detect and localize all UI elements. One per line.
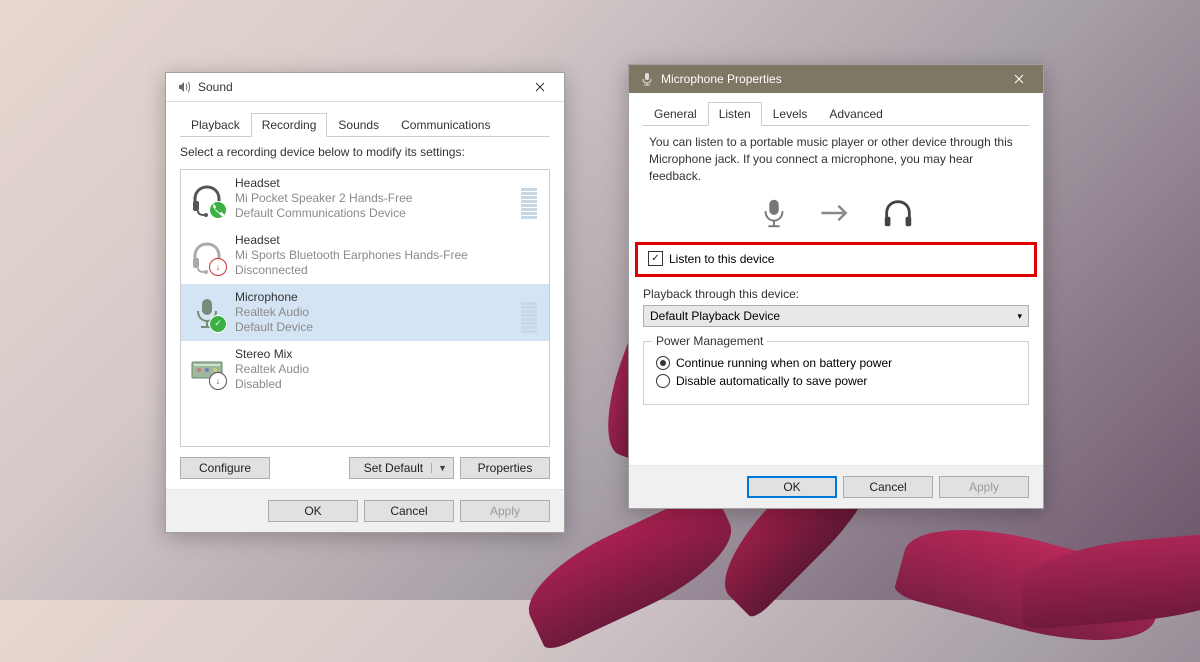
microphone-icon: ✓ — [189, 295, 225, 331]
close-button[interactable] — [520, 73, 560, 101]
ok-button[interactable]: OK — [268, 500, 358, 522]
device-list[interactable]: Headset Mi Pocket Speaker 2 Hands-Free D… — [180, 169, 550, 447]
tab-levels[interactable]: Levels — [762, 102, 819, 126]
window-title: Sound — [198, 80, 520, 94]
listen-checkbox-label: Listen to this device — [669, 252, 774, 266]
device-status: Default Communications Device — [235, 206, 511, 221]
device-item[interactable]: ↓ Stereo Mix Realtek Audio Disabled — [181, 341, 549, 398]
chevron-down-icon: ▾ — [1017, 311, 1022, 322]
tab-recording[interactable]: Recording — [251, 113, 328, 137]
phone-badge-icon — [209, 201, 227, 219]
close-button[interactable] — [999, 65, 1039, 93]
checkbox-box: ✓ — [648, 251, 663, 266]
level-meter — [521, 179, 537, 219]
microphone-icon — [639, 71, 655, 87]
sound-window: Sound Playback Recording Sounds Communic… — [165, 72, 565, 533]
device-desc: Realtek Audio — [235, 362, 541, 377]
flow-diagram — [643, 196, 1029, 230]
dialog-buttons: OK Cancel Apply — [629, 465, 1043, 508]
highlight-box: ✓ Listen to this device — [635, 242, 1037, 277]
device-desc: Realtek Audio — [235, 305, 511, 320]
device-item[interactable]: ↓ Headset Mi Sports Bluetooth Earphones … — [181, 227, 549, 284]
group-title: Power Management — [652, 334, 767, 348]
tab-sounds[interactable]: Sounds — [327, 113, 390, 137]
radio-button — [656, 374, 670, 388]
chevron-down-icon: ▼ — [431, 463, 447, 473]
playback-label: Playback through this device: — [643, 287, 1029, 301]
device-desc: Mi Pocket Speaker 2 Hands-Free — [235, 191, 511, 206]
level-meter — [521, 293, 537, 333]
tab-advanced[interactable]: Advanced — [818, 102, 893, 126]
headset-icon — [189, 181, 225, 217]
radio-disable-auto[interactable]: Disable automatically to save power — [656, 374, 1016, 388]
checkmark-badge-icon: ✓ — [209, 315, 227, 333]
dialog-buttons: OK Cancel Apply — [166, 489, 564, 532]
power-management-group: Power Management Continue running when o… — [643, 341, 1029, 405]
ok-button[interactable]: OK — [747, 476, 837, 498]
tab-playback[interactable]: Playback — [180, 113, 251, 137]
titlebar[interactable]: Microphone Properties — [629, 65, 1043, 93]
tab-row: General Listen Levels Advanced — [643, 101, 1029, 126]
device-item[interactable]: Headset Mi Pocket Speaker 2 Hands-Free D… — [181, 170, 549, 227]
close-icon — [1014, 74, 1024, 84]
headphones-icon — [881, 196, 915, 230]
device-desc: Mi Sports Bluetooth Earphones Hands-Free — [235, 248, 541, 263]
instruction-text: Select a recording device below to modif… — [180, 145, 550, 159]
device-name: Stereo Mix — [235, 347, 541, 362]
speaker-icon — [176, 79, 192, 95]
device-name: Microphone — [235, 290, 511, 305]
down-arrow-badge-icon: ↓ — [209, 258, 227, 276]
device-status: Default Device — [235, 320, 511, 335]
properties-button[interactable]: Properties — [460, 457, 550, 479]
apply-button[interactable]: Apply — [939, 476, 1029, 498]
window-title: Microphone Properties — [661, 72, 999, 86]
tab-listen[interactable]: Listen — [708, 102, 762, 126]
radio-continue-running[interactable]: Continue running when on battery power — [656, 356, 1016, 370]
device-status: Disabled — [235, 377, 541, 392]
listen-checkbox[interactable]: ✓ Listen to this device — [648, 251, 1024, 266]
soundcard-icon: ↓ — [189, 352, 225, 388]
playback-device-value: Default Playback Device — [650, 309, 780, 323]
microphone-icon — [757, 196, 791, 230]
set-default-button[interactable]: Set Default ▼ — [349, 457, 454, 479]
radio-label: Disable automatically to save power — [676, 374, 867, 388]
microphone-properties-window: Microphone Properties General Listen Lev… — [628, 64, 1044, 509]
titlebar[interactable]: Sound — [166, 73, 564, 102]
device-name: Headset — [235, 176, 511, 191]
arrow-right-icon — [819, 196, 853, 230]
radio-label: Continue running when on battery power — [676, 356, 892, 370]
apply-button[interactable]: Apply — [460, 500, 550, 522]
cancel-button[interactable]: Cancel — [843, 476, 933, 498]
set-default-label: Set Default — [364, 461, 423, 475]
device-status: Disconnected — [235, 263, 541, 278]
down-arrow-badge-icon: ↓ — [209, 372, 227, 390]
playback-device-select[interactable]: Default Playback Device ▾ — [643, 305, 1029, 327]
close-icon — [535, 82, 545, 92]
configure-button[interactable]: Configure — [180, 457, 270, 479]
device-name: Headset — [235, 233, 541, 248]
tab-general[interactable]: General — [643, 102, 708, 126]
tab-communications[interactable]: Communications — [390, 113, 501, 137]
cancel-button[interactable]: Cancel — [364, 500, 454, 522]
description-text: You can listen to a portable music playe… — [649, 134, 1023, 184]
radio-button — [656, 356, 670, 370]
headset-icon: ↓ — [189, 238, 225, 274]
tab-row: Playback Recording Sounds Communications — [180, 112, 550, 137]
device-item[interactable]: ✓ Microphone Realtek Audio Default Devic… — [181, 284, 549, 341]
